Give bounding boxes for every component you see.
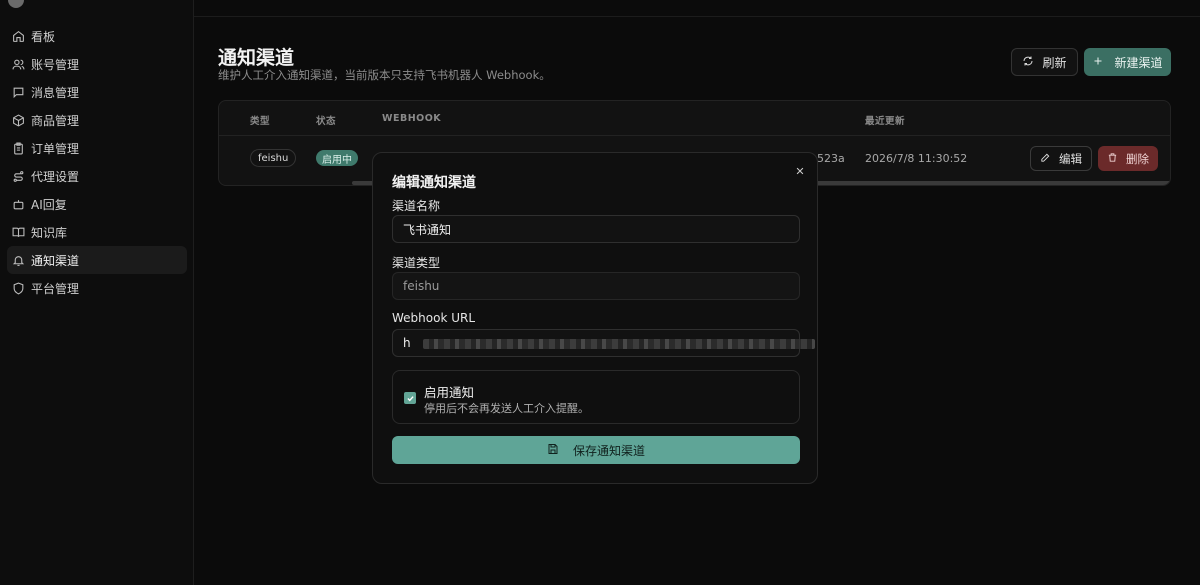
sidebar-item-products[interactable]: 商品管理 xyxy=(7,106,187,134)
column-header-status: 状态 xyxy=(316,116,337,127)
route-icon xyxy=(9,167,27,185)
sidebar-item-label: 知识库 xyxy=(31,225,68,240)
table-header: 类型 状态 WEBHOOK 最近更新 xyxy=(219,101,1170,136)
delete-button[interactable]: 删除 xyxy=(1098,146,1158,171)
sidebar-item-orders[interactable]: 订单管理 xyxy=(7,134,187,162)
sidebar-item-notify-channels[interactable]: 通知渠道 xyxy=(7,246,187,274)
edit-button[interactable]: 编辑 xyxy=(1030,146,1092,171)
pencil-icon xyxy=(1040,152,1051,166)
refresh-icon xyxy=(1022,55,1034,70)
sidebar-item-proxy[interactable]: 代理设置 xyxy=(7,162,187,190)
webhook-url-value: h xyxy=(403,336,411,350)
channel-type-label: 渠道类型 xyxy=(392,256,441,270)
book-icon xyxy=(9,223,27,241)
users-icon xyxy=(9,55,27,73)
sidebar-item-accounts[interactable]: 账号管理 xyxy=(7,50,187,78)
updated-time: 2026/7/8 11:30:52 xyxy=(865,152,968,165)
sidebar-item-dashboard[interactable]: 看板 xyxy=(7,22,187,50)
page-subtitle: 维护人工介入通知渠道，当前版本只支持飞书机器人 Webhook。 xyxy=(218,68,551,82)
channel-type-input: feishu xyxy=(392,272,800,300)
sidebar: 看板 账号管理 消息管理 商品管理 订单管理 代理设置 AI回复 知识库 通知渠… xyxy=(0,0,194,585)
sidebar-item-label: AI回复 xyxy=(31,197,67,212)
status-badge: 启用中 xyxy=(316,150,358,166)
save-icon xyxy=(547,443,559,458)
enable-description: 停用后不会再发送人工介入提醒。 xyxy=(424,402,589,415)
page-title: 通知渠道 xyxy=(218,47,295,69)
app-logo xyxy=(8,0,24,8)
sidebar-item-label: 账号管理 xyxy=(31,57,80,72)
webhook-value: 523a xyxy=(817,152,845,165)
webhook-url-label: Webhook URL xyxy=(392,311,476,325)
sidebar-item-label: 商品管理 xyxy=(31,113,80,128)
delete-label: 删除 xyxy=(1126,151,1149,166)
sidebar-item-platform[interactable]: 平台管理 xyxy=(7,274,187,302)
shield-icon xyxy=(9,279,27,297)
new-channel-button[interactable]: 新建渠道 xyxy=(1084,48,1171,76)
save-channel-button[interactable]: 保存通知渠道 xyxy=(392,436,800,464)
column-header-updated: 最近更新 xyxy=(865,116,906,127)
column-header-webhook: WEBHOOK xyxy=(382,113,442,124)
sidebar-item-knowledge[interactable]: 知识库 xyxy=(7,218,187,246)
close-icon[interactable] xyxy=(793,164,807,178)
plus-icon xyxy=(1092,55,1104,70)
channel-type-badge: feishu xyxy=(250,149,297,167)
sidebar-item-messages[interactable]: 消息管理 xyxy=(7,78,187,106)
channel-name-input[interactable]: 飞书通知 xyxy=(392,215,800,243)
edit-channel-modal: 编辑通知渠道 渠道名称 飞书通知 渠道类型 feishu Webhook URL… xyxy=(372,152,818,484)
trash-icon xyxy=(1107,152,1118,166)
message-icon xyxy=(9,83,27,101)
refresh-button[interactable]: 刷新 xyxy=(1011,48,1078,76)
sidebar-item-label: 消息管理 xyxy=(31,85,80,100)
modal-title: 编辑通知渠道 xyxy=(392,175,476,191)
enable-notification-option[interactable]: 启用通知 停用后不会再发送人工介入提醒。 xyxy=(392,370,800,424)
bot-icon xyxy=(9,195,27,213)
topbar-divider xyxy=(194,16,1200,17)
sidebar-item-ai-reply[interactable]: AI回复 xyxy=(7,190,187,218)
enable-checkbox[interactable] xyxy=(404,392,416,404)
column-header-type: 类型 xyxy=(250,116,271,127)
redacted-url xyxy=(423,339,815,349)
clipboard-icon xyxy=(9,139,27,157)
channel-name-label: 渠道名称 xyxy=(392,199,441,213)
box-icon xyxy=(9,111,27,129)
sidebar-item-label: 通知渠道 xyxy=(31,253,80,268)
save-label: 保存通知渠道 xyxy=(572,443,645,458)
sidebar-item-label: 看板 xyxy=(31,29,56,44)
check-icon xyxy=(406,395,414,401)
sidebar-nav: 看板 账号管理 消息管理 商品管理 订单管理 代理设置 AI回复 知识库 通知渠… xyxy=(0,22,194,302)
sidebar-item-label: 订单管理 xyxy=(31,141,80,156)
refresh-label: 刷新 xyxy=(1042,55,1067,70)
new-channel-label: 新建渠道 xyxy=(1114,55,1163,70)
sidebar-item-label: 平台管理 xyxy=(31,281,80,296)
bell-icon xyxy=(9,251,27,269)
sidebar-item-label: 代理设置 xyxy=(31,169,80,184)
edit-label: 编辑 xyxy=(1059,151,1082,166)
home-icon xyxy=(9,27,27,45)
webhook-url-input[interactable]: h xyxy=(392,329,815,357)
enable-title: 启用通知 xyxy=(424,385,475,400)
